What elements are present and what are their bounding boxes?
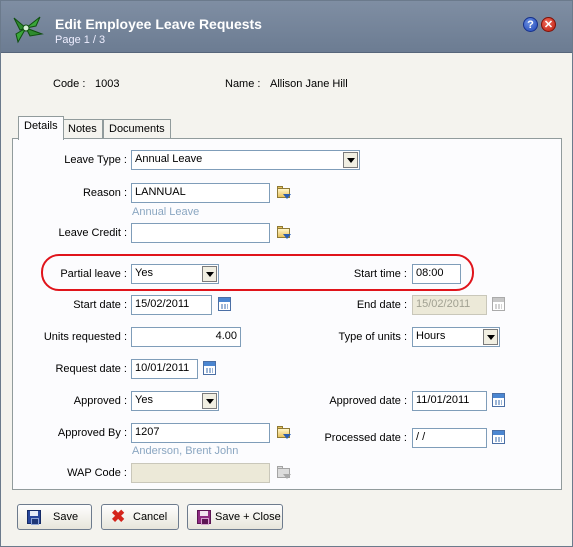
cancel-label: Cancel	[133, 511, 168, 523]
start-time-label: Start time :	[353, 268, 407, 280]
close-icon[interactable]: ✕	[541, 17, 556, 32]
units-requested-field[interactable]: 4.00	[131, 327, 241, 347]
save-button[interactable]: Save	[17, 504, 92, 530]
partial-leave-value: Yes	[135, 267, 153, 279]
wap-code-lookup-icon	[276, 465, 292, 480]
code-label: Code :	[53, 78, 86, 90]
approved-by-lookup-icon[interactable]	[276, 425, 292, 440]
save-close-label: Save + Close	[215, 511, 281, 523]
type-of-units-label: Type of units :	[338, 331, 407, 343]
tab-details[interactable]: Details	[18, 116, 64, 140]
end-date-label: End date :	[356, 299, 407, 311]
partial-leave-select[interactable]: Yes	[131, 264, 219, 284]
save-close-button[interactable]: Save + Close	[187, 504, 283, 530]
request-date-label: Request date :	[55, 363, 127, 375]
leave-credit-field[interactable]	[131, 223, 270, 243]
leave-type-select[interactable]: Annual Leave	[131, 150, 360, 170]
approved-by-field[interactable]: 1207	[131, 423, 270, 443]
start-date-field[interactable]: 15/02/2011	[131, 295, 212, 315]
type-of-units-value: Hours	[416, 330, 446, 342]
approved-by-label: Approved By :	[57, 427, 127, 439]
approved-date-calendar-icon[interactable]	[492, 393, 505, 407]
request-date-calendar-icon[interactable]	[203, 361, 216, 375]
start-date-calendar-icon[interactable]	[218, 297, 231, 311]
start-time-field[interactable]: 08:00	[412, 264, 461, 284]
reason-label: Reason :	[82, 187, 127, 199]
leave-type-value: Annual Leave	[135, 153, 203, 165]
chevron-down-icon[interactable]	[202, 393, 217, 409]
save-close-icon	[197, 510, 211, 525]
processed-date-calendar-icon[interactable]	[492, 430, 505, 444]
cancel-button[interactable]: ✖ Cancel	[101, 504, 179, 530]
approved-date-field[interactable]: 11/01/2011	[412, 391, 487, 411]
chevron-down-icon[interactable]	[202, 266, 217, 282]
type-of-units-select[interactable]: Hours	[412, 327, 500, 347]
approved-label: Approved :	[73, 395, 127, 407]
edit-leave-request-window: Edit Employee Leave Requests Page 1 / 3 …	[0, 0, 573, 547]
page-indicator: Page 1 / 3	[55, 34, 106, 46]
chevron-down-icon[interactable]	[343, 152, 358, 168]
units-requested-label: Units requested :	[43, 331, 127, 343]
leave-type-label: Leave Type :	[64, 154, 127, 166]
save-label: Save	[53, 511, 79, 523]
approved-date-label: Approved date :	[329, 395, 407, 407]
end-date-calendar-icon	[492, 297, 505, 311]
title-bar: Edit Employee Leave Requests Page 1 / 3 …	[1, 1, 572, 53]
partial-leave-label: Partial leave :	[60, 268, 127, 280]
approved-by-name: Anderson, Brent John	[132, 445, 239, 457]
processed-date-label: Processed date :	[324, 432, 407, 444]
name-label: Name :	[225, 78, 261, 90]
tab-documents[interactable]: Documents	[103, 119, 171, 139]
save-icon	[27, 510, 41, 525]
reason-description: Annual Leave	[132, 206, 200, 218]
approved-select[interactable]: Yes	[131, 391, 219, 411]
leave-credit-lookup-icon[interactable]	[276, 225, 292, 240]
wap-code-label: WAP Code :	[67, 467, 127, 479]
processed-date-field[interactable]: / /	[412, 428, 487, 448]
reason-lookup-icon[interactable]	[276, 185, 292, 200]
wap-code-field	[131, 463, 270, 483]
request-date-field[interactable]: 10/01/2011	[131, 359, 198, 379]
chevron-down-icon[interactable]	[483, 329, 498, 345]
employee-name: Allison Jane Hill	[270, 78, 348, 90]
tab-notes[interactable]: Notes	[62, 119, 103, 139]
window-title: Edit Employee Leave Requests	[55, 16, 262, 32]
leave-credit-label: Leave Credit :	[58, 227, 127, 239]
start-date-label: Start date :	[73, 299, 127, 311]
app-logo-icon	[13, 16, 44, 44]
cancel-icon: ✖	[111, 507, 126, 526]
end-date-field: 15/02/2011	[412, 295, 487, 315]
help-icon[interactable]: ?	[523, 17, 538, 32]
reason-field[interactable]: LANNUAL	[131, 183, 270, 203]
code-value: 1003	[95, 78, 120, 90]
approved-value: Yes	[135, 394, 153, 406]
